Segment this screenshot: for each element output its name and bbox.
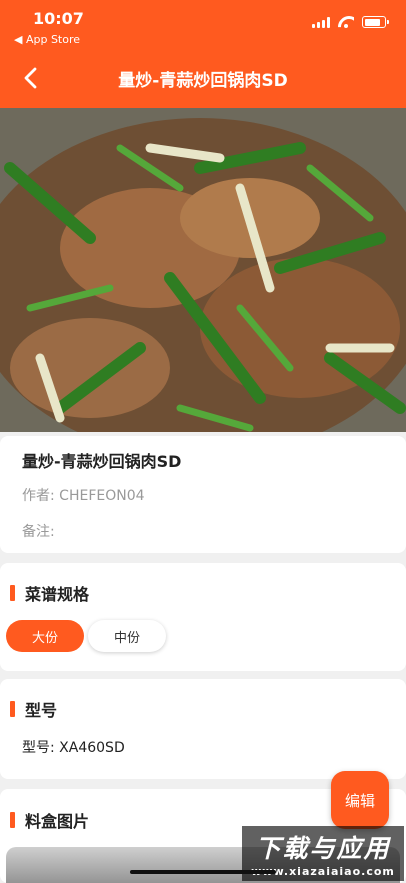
recipe-spec-card: 菜谱规格 大份 中份 — [0, 563, 406, 671]
battery-icon — [362, 16, 389, 28]
section-marker — [10, 585, 15, 601]
section-marker — [10, 812, 15, 828]
spec-section-header: 菜谱规格 — [10, 581, 89, 605]
model-section-header: 型号 — [10, 697, 57, 721]
watermark-text: 下载与应用 — [255, 834, 391, 863]
cellular-signal-icon — [312, 16, 330, 28]
dish-remark: 备注: — [22, 524, 55, 540]
spec-option-medium[interactable]: 中份 — [88, 620, 166, 652]
status-time: 10:07 — [33, 9, 84, 28]
box-section-title: 料盒图片 — [25, 812, 90, 831]
home-indicator[interactable] — [130, 870, 276, 874]
spec-section-title: 菜谱规格 — [25, 585, 90, 604]
model-card: 型号 型号: XA460SD — [0, 679, 406, 779]
section-marker — [10, 701, 15, 717]
dish-info-card: 量炒-青蒜炒回锅肉SD 作者: CHEFEON04 备注: — [0, 436, 406, 553]
wifi-icon — [338, 16, 354, 28]
back-button[interactable] — [14, 62, 46, 94]
model-section-title: 型号 — [25, 701, 58, 720]
dish-author: 作者: CHEFEON04 — [22, 488, 145, 504]
dish-name: 量炒-青蒜炒回锅肉SD — [22, 452, 182, 471]
edit-button[interactable]: 编辑 — [331, 771, 389, 829]
back-to-app-store-link[interactable]: ◀ App Store — [14, 33, 80, 46]
box-section-header: 料盒图片 — [10, 808, 89, 832]
model-value: 型号: XA460SD — [22, 740, 125, 756]
dish-photo — [0, 108, 406, 432]
status-icons — [312, 16, 389, 28]
chevron-left-icon — [24, 67, 37, 89]
spec-option-large[interactable]: 大份 — [6, 620, 84, 652]
nav-header: 10:07 ◀ App Store 量炒-青蒜炒回锅肉SD — [0, 0, 406, 108]
page-title: 量炒-青蒜炒回锅肉SD — [118, 71, 288, 91]
